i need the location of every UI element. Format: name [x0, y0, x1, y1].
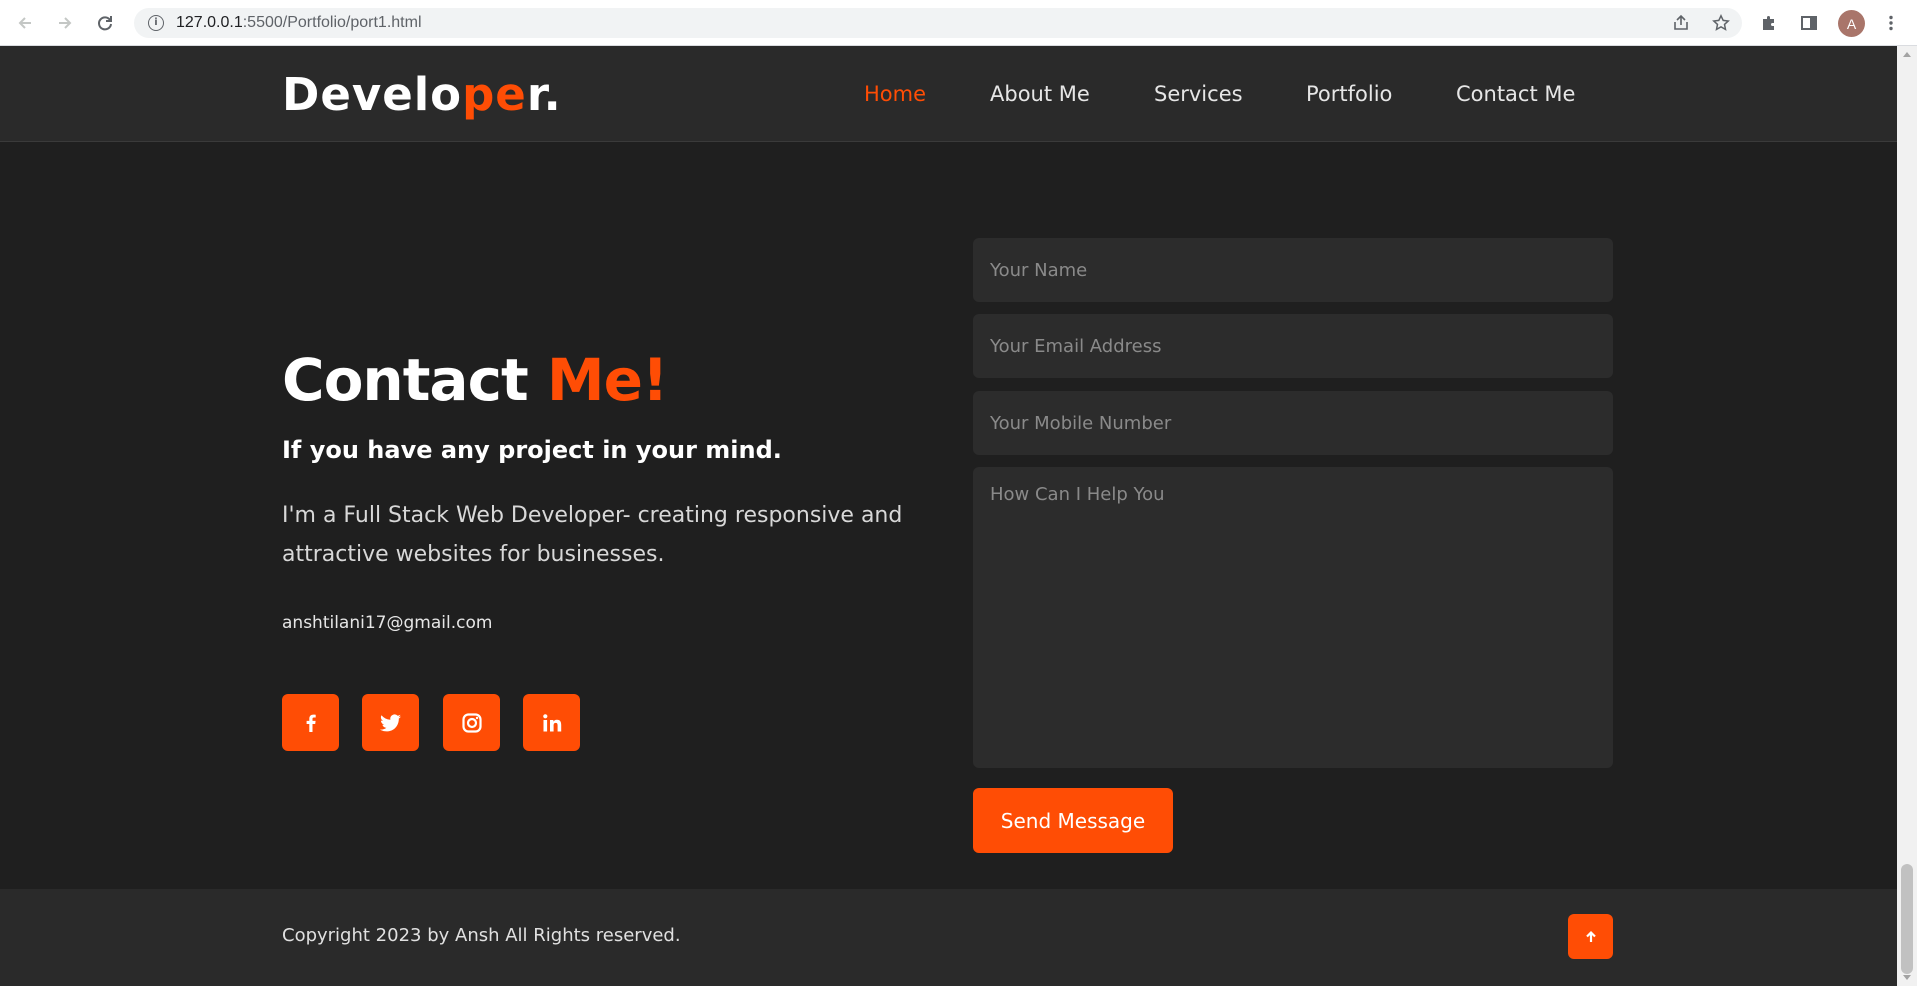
facebook-icon	[306, 714, 316, 732]
star-icon	[1712, 14, 1730, 31]
extensions-button[interactable]	[1756, 10, 1782, 36]
copyright-text: Copyright 2023 by Ansh All Rights reserv…	[282, 925, 681, 946]
nav-about-me[interactable]: About Me	[990, 82, 1090, 106]
email-field[interactable]	[973, 314, 1613, 378]
scrollbar-thumb[interactable]	[1901, 864, 1913, 974]
url-text[interactable]: 127.0.0.1:5500/Portfolio/port1.html	[176, 14, 422, 32]
info-icon[interactable]: i	[148, 15, 164, 31]
kebab-menu-icon	[1889, 15, 1893, 31]
linkedin-icon	[542, 713, 561, 731]
reload-icon	[98, 16, 112, 31]
contact-heading-accent: Me!	[546, 346, 669, 414]
mobile-field[interactable]	[973, 391, 1613, 455]
arrow-right-icon	[59, 17, 72, 29]
instagram-icon	[461, 712, 482, 733]
address-bar[interactable]: i 127.0.0.1:5500/Portfolio/port1.html	[134, 8, 1742, 38]
contact-description: I'm a Full Stack Web Developer- creating…	[282, 503, 903, 567]
nav-services[interactable]: Services	[1154, 82, 1243, 106]
contact-heading-text: Contact	[282, 346, 529, 414]
linkedin-link[interactable]	[523, 694, 580, 751]
send-message-button[interactable]: Send Message	[973, 788, 1173, 853]
instagram-link[interactable]	[443, 694, 500, 751]
bookmark-button[interactable]	[1710, 12, 1732, 34]
browser-toolbar: i 127.0.0.1:5500/Portfolio/port1.html A	[0, 0, 1917, 46]
message-textarea[interactable]	[973, 467, 1613, 768]
contact-email[interactable]: anshtilani17@gmail.com	[282, 613, 492, 633]
site-header: Developer. Home About Me Services Portfo…	[0, 46, 1897, 142]
side-panel-icon	[1801, 16, 1817, 30]
page-viewport: Developer. Home About Me Services Portfo…	[0, 46, 1897, 986]
scroll-to-top-button[interactable]	[1568, 914, 1613, 959]
scroll-up-arrow-icon[interactable]	[1903, 52, 1911, 57]
contact-subheading: If you have any project in your mind.	[282, 436, 782, 464]
profile-avatar[interactable]: A	[1838, 10, 1865, 37]
puzzle-icon	[1763, 16, 1774, 30]
back-button[interactable]	[12, 10, 38, 36]
reload-button[interactable]	[92, 10, 118, 36]
logo-text-end: r.	[526, 68, 562, 121]
twitter-link[interactable]	[362, 694, 419, 751]
site-footer: Copyright 2023 by Ansh All Rights reserv…	[0, 889, 1897, 986]
nav-portfolio[interactable]: Portfolio	[1306, 82, 1392, 106]
side-panel-button[interactable]	[1796, 10, 1822, 36]
contact-heading: Contact Me!	[282, 346, 669, 414]
forward-button[interactable]	[52, 10, 78, 36]
nav-contact-me[interactable]: Contact Me	[1456, 82, 1575, 106]
url-host: 127.0.0.1	[176, 14, 243, 31]
nav-home[interactable]: Home	[864, 82, 926, 106]
twitter-icon	[379, 713, 401, 731]
browser-menu-button[interactable]	[1878, 10, 1904, 36]
site-logo[interactable]: Developer.	[282, 68, 562, 121]
arrow-left-icon	[18, 17, 31, 29]
logo-text-accent: pe	[462, 68, 527, 121]
page-scrollbar[interactable]	[1897, 46, 1917, 986]
arrow-up-icon	[1585, 930, 1596, 942]
facebook-link[interactable]	[282, 694, 339, 751]
share-icon	[1674, 14, 1688, 30]
logo-text-start: Develo	[282, 68, 463, 121]
scroll-down-arrow-icon[interactable]	[1903, 975, 1911, 980]
share-button[interactable]	[1670, 12, 1692, 34]
name-field[interactable]	[973, 238, 1613, 302]
url-path: :5500/Portfolio/port1.html	[242, 14, 422, 31]
